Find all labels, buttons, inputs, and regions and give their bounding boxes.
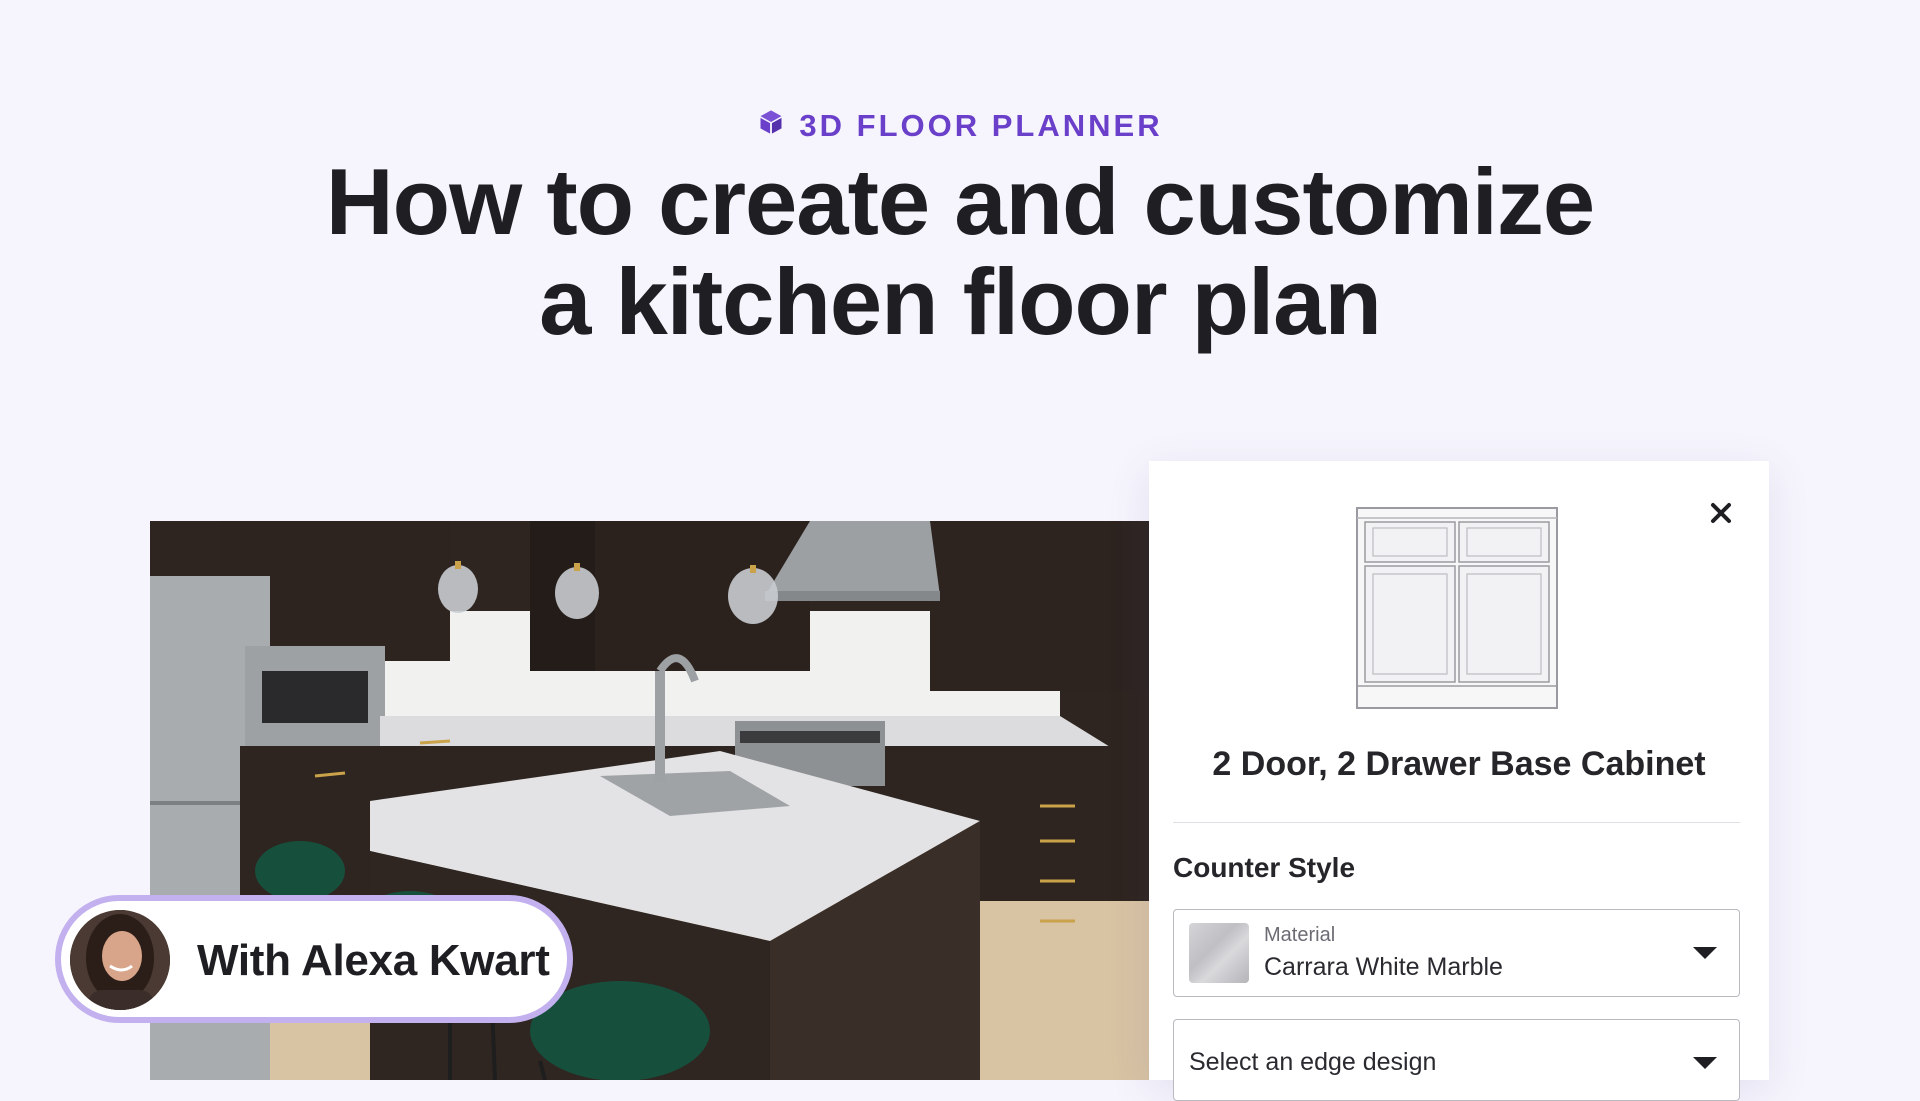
eyebrow-label: 3D FLOOR PLANNER xyxy=(799,108,1163,143)
close-button[interactable] xyxy=(1703,495,1739,531)
chevron-down-icon xyxy=(1693,1057,1717,1069)
edge-design-placeholder: Select an edge design xyxy=(1189,1048,1437,1076)
divider xyxy=(1173,822,1740,823)
presenter-badge: With Alexa Kwart xyxy=(55,895,573,1023)
eyebrow: 3D FLOOR PLANNER xyxy=(0,108,1920,144)
material-swatch xyxy=(1189,923,1249,983)
page-title-line-1: How to create and customize xyxy=(325,149,1595,254)
avatar xyxy=(70,910,170,1010)
close-icon xyxy=(1711,503,1731,523)
edge-design-select[interactable]: Select an edge design xyxy=(1173,1019,1740,1101)
product-title: 2 Door, 2 Drawer Base Cabinet xyxy=(1212,745,1706,783)
cabinet-detail-panel: 2 Door, 2 Drawer Base Cabinet Counter St… xyxy=(1149,461,1769,1101)
chevron-down-icon xyxy=(1693,947,1717,959)
presenter-name: With Alexa Kwart xyxy=(197,936,550,985)
page-title-line-2: a kitchen floor plan xyxy=(539,249,1382,354)
material-label: Material xyxy=(1264,924,1336,946)
cabinet-illustration xyxy=(1356,507,1558,709)
cube-icon xyxy=(757,108,785,144)
material-select[interactable]: Material Carrara White Marble xyxy=(1173,909,1740,997)
counter-style-label: Counter Style xyxy=(1173,852,1356,883)
material-value: Carrara White Marble xyxy=(1264,953,1503,981)
page-title: How to create and customize a kitchen fl… xyxy=(0,152,1920,352)
